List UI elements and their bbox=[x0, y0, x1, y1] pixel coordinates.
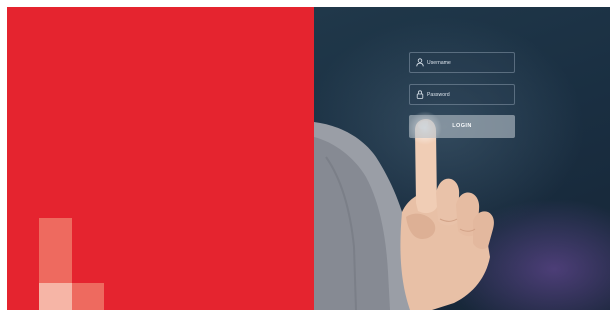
user-icon bbox=[416, 58, 424, 67]
username-placeholder: Username bbox=[427, 60, 451, 66]
lock-icon bbox=[416, 90, 424, 99]
login-button[interactable]: LOGIN bbox=[409, 115, 515, 138]
password-placeholder: Password bbox=[427, 92, 450, 98]
middle-finger bbox=[436, 178, 460, 226]
hero-photo: Username Password LOGIN bbox=[314, 7, 610, 310]
decorative-block-light bbox=[39, 283, 72, 310]
brand-panel bbox=[7, 7, 314, 310]
decorative-block-right bbox=[72, 283, 104, 310]
username-field[interactable]: Username bbox=[409, 52, 515, 73]
password-field[interactable]: Password bbox=[409, 84, 515, 105]
banner: Username Password LOGIN bbox=[7, 7, 610, 310]
